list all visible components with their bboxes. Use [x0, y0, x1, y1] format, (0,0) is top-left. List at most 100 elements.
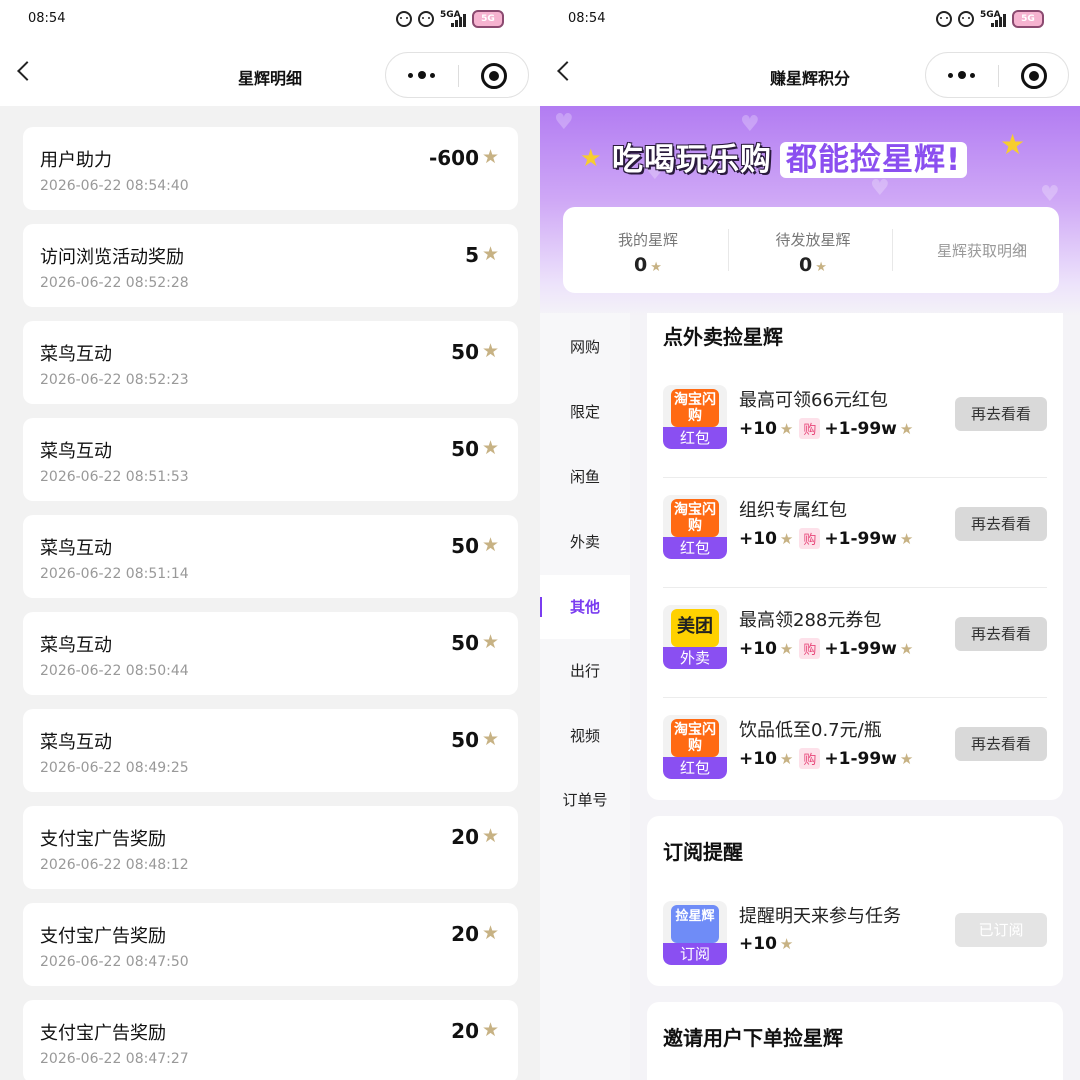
section-title: 邀请用户下单捡星辉: [663, 1026, 843, 1050]
record-time: 2026-06-22 08:47:50: [40, 954, 189, 970]
sidebar-item[interactable]: 出行: [540, 639, 630, 703]
star-icon: ★: [481, 340, 499, 362]
task-name: 最高领288元券包: [739, 610, 882, 631]
record-title: 菜鸟互动: [40, 441, 112, 462]
task-item: 淘宝闪购 红包 最高可领66元红包 +10 ★ 购 +1-99w ★ 再去看看: [663, 368, 1047, 478]
record-item: 用户助力 2026-06-22 08:54:40 -600 ★: [23, 127, 518, 210]
record-item: 菜鸟互动 2026-06-22 08:49:25 50 ★: [23, 709, 518, 792]
record-title: 访问浏览活动奖励: [40, 247, 184, 268]
record-amount: 50: [451, 437, 479, 461]
app-logo: 捡星辉 订阅: [663, 901, 727, 965]
record-title: 用户助力: [40, 150, 112, 171]
sidebar-item[interactable]: 网购: [540, 315, 630, 379]
record-amount: -600: [428, 146, 479, 170]
record-title: 菜鸟互动: [40, 635, 112, 656]
sidebar-item[interactable]: 外卖: [540, 510, 630, 574]
record-time: 2026-06-22 08:47:27: [40, 1051, 189, 1067]
record-time: 2026-06-22 08:50:44: [40, 663, 189, 679]
status-bar: 08:54 5GA 5G: [540, 0, 1080, 40]
sidebar-item[interactable]: 限定: [540, 380, 630, 444]
task-reward: +10 ★: [739, 934, 794, 954]
go-see-button[interactable]: 再去看看: [955, 617, 1047, 651]
mini-program-capsule: [385, 52, 529, 98]
record-title: 菜鸟互动: [40, 732, 112, 753]
subscribe-task: 捡星辉 订阅 提醒明天来参与任务 +10 ★ 已订阅: [663, 884, 1047, 984]
go-see-button[interactable]: 再去看看: [955, 397, 1047, 431]
star-icon: ★: [580, 144, 602, 172]
record-time: 2026-06-22 08:51:14: [40, 566, 189, 582]
record-title: 菜鸟互动: [40, 344, 112, 365]
takeout-section: 点外卖捡星辉 淘宝闪购 红包 最高可领66元红包 +10 ★ 购 +1-99w ★ 再去看看 淘宝…: [647, 313, 1063, 800]
record-title: 支付宝广告奖励: [40, 829, 166, 850]
my-stars-value: 0: [634, 254, 648, 276]
mini-program-capsule: [925, 52, 1069, 98]
earn-stars-screen: ♥ ♥ ♥ ♥ ♥ ★ 吃喝玩乐购 都能捡星辉! ★ 08:54 5GA 5G 赚…: [540, 0, 1080, 1080]
record-item: 菜鸟互动 2026-06-22 08:50:44 50 ★: [23, 612, 518, 695]
star-detail-screen: 08:54 5GA 5G 星辉明细 用户助力 2026-06-22 08:54:4…: [0, 0, 540, 1080]
record-amount: 50: [451, 340, 479, 364]
app-logo: 美团 外卖: [663, 605, 727, 669]
go-see-button[interactable]: 再去看看: [955, 727, 1047, 761]
task-item: 淘宝闪购 红包 组织专属红包 +10 ★ 购 +1-99w ★ 再去看看: [663, 478, 1047, 588]
star-icon: ★: [481, 146, 499, 168]
status-app-icon: [396, 11, 412, 27]
points-summary-card: 我的星辉 0 ★ 待发放星辉 0 ★ 星辉获取明细: [563, 207, 1059, 293]
purchase-badge: 购: [799, 638, 821, 659]
record-item: 菜鸟互动 2026-06-22 08:51:14 50 ★: [23, 515, 518, 598]
star-icon: ★: [779, 419, 794, 438]
purchase-badge: 购: [799, 528, 821, 549]
purchase-badge: 购: [799, 748, 821, 769]
banner-slogan: 吃喝玩乐购 都能捡星辉!: [612, 134, 968, 179]
task-reward: +10 ★ 购 +1-99w ★: [739, 418, 914, 439]
record-title: 支付宝广告奖励: [40, 926, 166, 947]
record-time: 2026-06-22 08:52:28: [40, 275, 189, 291]
task-name: 组织专属红包: [739, 500, 847, 521]
pending-stars-value: 0: [799, 254, 813, 276]
go-see-button[interactable]: 再去看看: [955, 507, 1047, 541]
record-amount: 20: [451, 922, 479, 946]
battery-icon: 5G: [472, 10, 504, 28]
record-amount: 50: [451, 728, 479, 752]
star-detail-link[interactable]: 星辉获取明细: [937, 240, 1027, 261]
record-item: 访问浏览活动奖励 2026-06-22 08:52:28 5 ★: [23, 224, 518, 307]
star-icon: ★: [481, 243, 499, 265]
section-title: 点外卖捡星辉: [663, 325, 783, 349]
record-time: 2026-06-22 08:49:25: [40, 760, 189, 776]
more-icon[interactable]: [926, 53, 998, 97]
star-icon: ★: [899, 529, 914, 548]
signal-icon: 5GA: [980, 11, 1006, 27]
record-item: 支付宝广告奖励 2026-06-22 08:47:50 20 ★: [23, 903, 518, 986]
subscribed-button[interactable]: 已订阅: [955, 913, 1047, 947]
star-icon: ★: [779, 529, 794, 548]
section-title: 订阅提醒: [663, 840, 743, 864]
status-bar: 08:54 5GA 5G: [0, 0, 540, 40]
app-logo: 淘宝闪购 红包: [663, 495, 727, 559]
star-icon: ★: [779, 749, 794, 768]
star-icon: ★: [481, 825, 499, 847]
sidebar-item[interactable]: 订单号: [540, 768, 630, 832]
close-miniprogram-icon[interactable]: [481, 63, 507, 89]
sidebar-item[interactable]: 视频: [540, 704, 630, 768]
pending-stars: 待发放星辉 0 ★: [775, 231, 851, 276]
star-icon: ★: [481, 1019, 499, 1041]
star-icon: ★: [899, 639, 914, 658]
star-icon: ★: [481, 631, 499, 653]
task-reward: +10 ★ 购 +1-99w ★: [739, 638, 914, 659]
star-icon: ★: [779, 935, 794, 953]
status-time: 08:54: [568, 11, 606, 26]
status-app-icon: [418, 11, 434, 27]
record-item: 支付宝广告奖励 2026-06-22 08:48:12 20 ★: [23, 806, 518, 889]
more-icon[interactable]: [386, 53, 458, 97]
record-amount: 20: [451, 825, 479, 849]
battery-icon: 5G: [1012, 10, 1044, 28]
record-amount: 50: [451, 631, 479, 655]
app-logo: 淘宝闪购 红包: [663, 385, 727, 449]
task-reward: +10 ★ 购 +1-99w ★: [739, 748, 914, 769]
sidebar-item[interactable]: 其他: [540, 575, 630, 639]
sidebar-item[interactable]: 闲鱼: [540, 445, 630, 509]
close-miniprogram-icon[interactable]: [1021, 63, 1047, 89]
star-icon: ★: [815, 260, 827, 275]
status-app-icon: [958, 11, 974, 27]
star-icon: ★: [899, 419, 914, 438]
purchase-badge: 购: [799, 418, 821, 439]
